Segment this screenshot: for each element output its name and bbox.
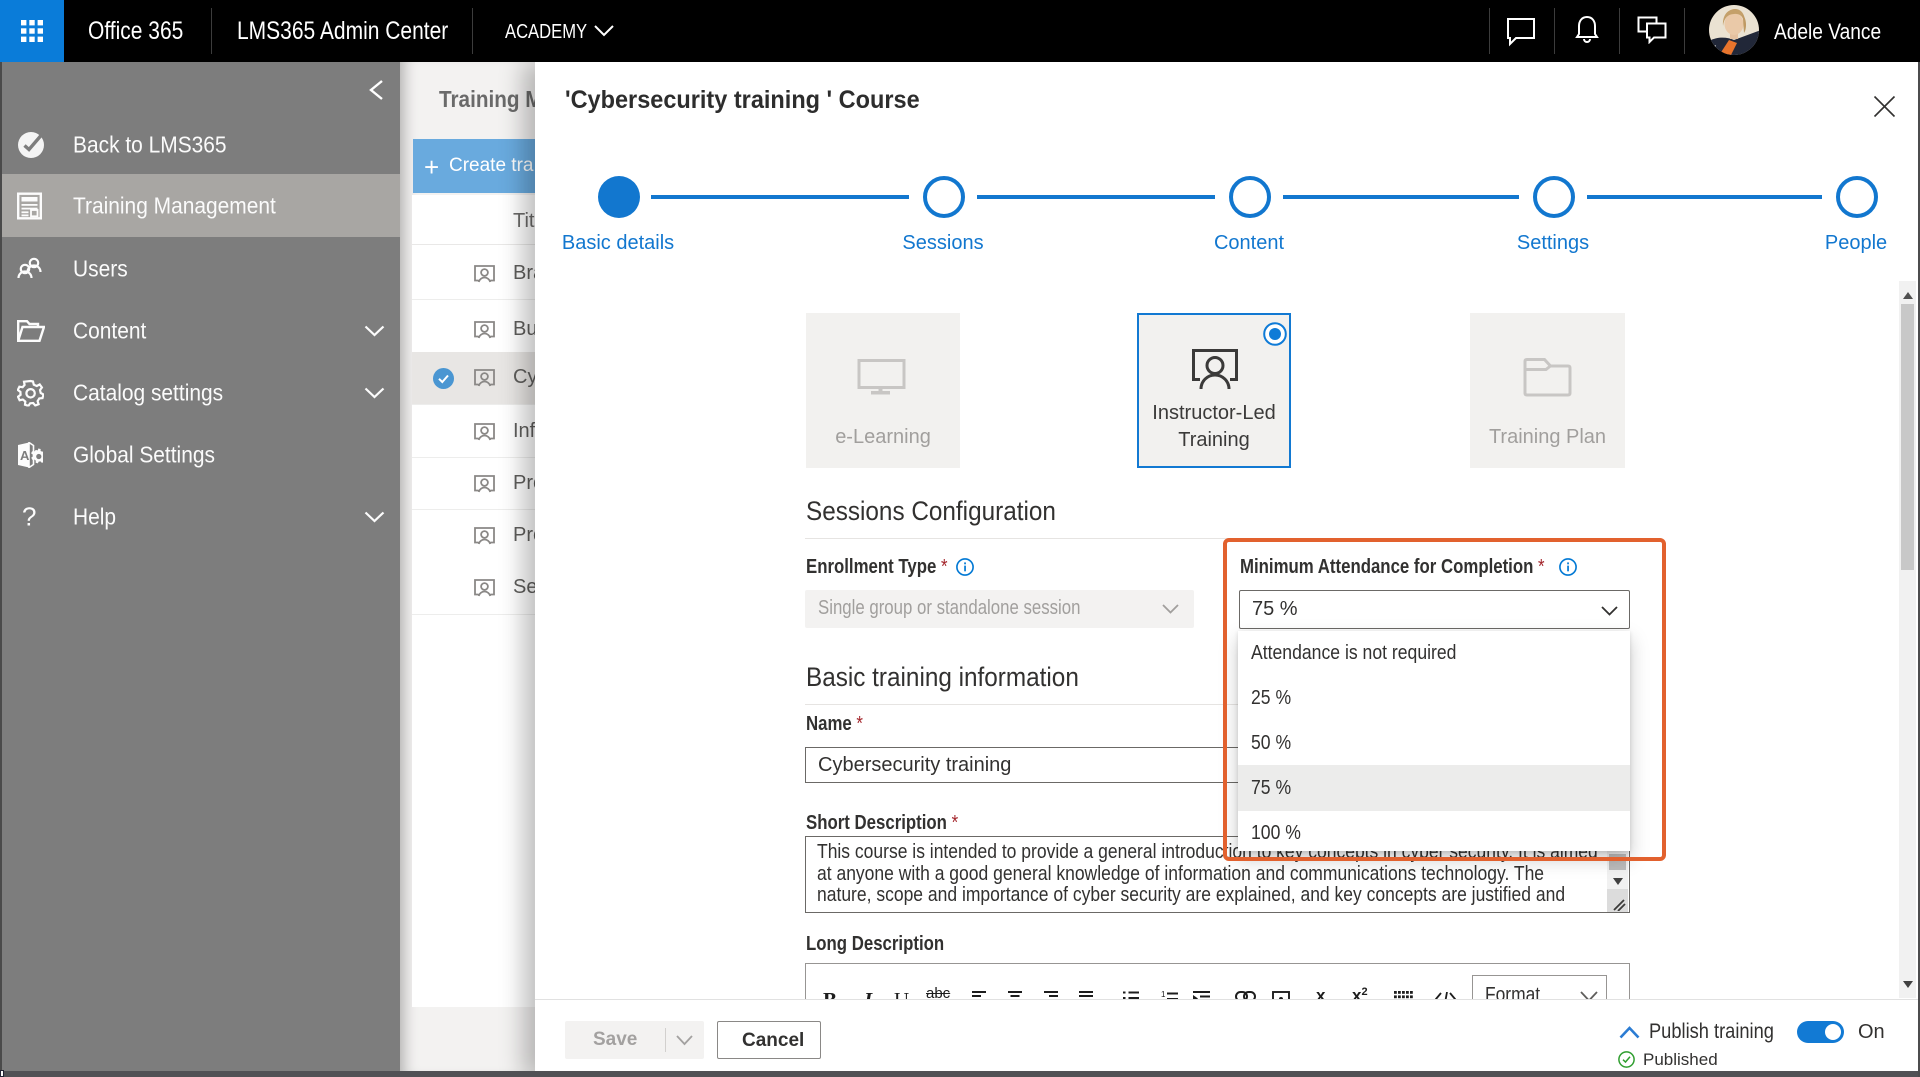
svg-text:A: A <box>20 448 30 463</box>
svg-text:1: 1 <box>1161 991 1166 999</box>
